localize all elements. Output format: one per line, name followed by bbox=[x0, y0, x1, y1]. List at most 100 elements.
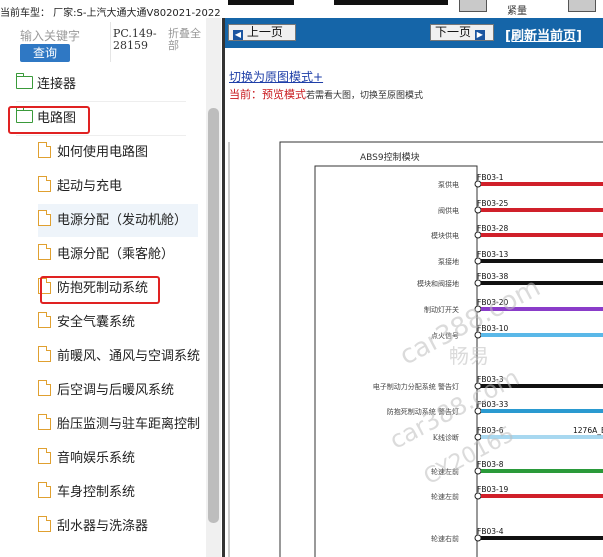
tree-item-label: 胎压监测与驻车距离控制 bbox=[57, 417, 201, 432]
folder-icon bbox=[16, 73, 33, 89]
tree-item-label: 起动与充电 bbox=[57, 179, 123, 194]
pin-label: K线诊断 bbox=[433, 433, 459, 442]
tree-item-label: 如何使用电路图 bbox=[57, 145, 149, 160]
search-input[interactable] bbox=[16, 26, 114, 46]
pin-connector bbox=[474, 206, 482, 214]
tree-item[interactable]: 前暖风、通风与空调系统 bbox=[38, 340, 201, 373]
pin-connector bbox=[474, 231, 482, 239]
tree-item[interactable]: 胎压监测与驻车距离控制 bbox=[38, 408, 201, 441]
tree-item-label: 刮水器与洗涤器 bbox=[57, 519, 149, 534]
collapse-all-button[interactable]: 折叠全部 bbox=[168, 28, 210, 52]
wire-code: FB03-20 bbox=[477, 298, 508, 307]
pin-label: 轮速左前 bbox=[431, 467, 459, 476]
pin-connector bbox=[474, 180, 482, 188]
document-icon bbox=[38, 244, 51, 260]
pin-label: 轮速右前 bbox=[431, 534, 459, 543]
refresh-page-link[interactable]: [刷新当前页] bbox=[505, 25, 582, 44]
wire-code: FB03-10 bbox=[477, 324, 508, 333]
left-panel: 查询 PC.149-28159 折叠全部 连接器电路图如何使用电路图起动与充电电… bbox=[0, 18, 222, 557]
arrow-left-icon: ◀ bbox=[233, 30, 243, 40]
pin-label: 泵接地 bbox=[438, 257, 459, 266]
tree-item[interactable]: 刮水器与洗涤器 bbox=[38, 510, 198, 543]
document-icon bbox=[38, 448, 51, 464]
prev-page-button[interactable]: ◀ 上一页 bbox=[228, 24, 296, 41]
tree-item[interactable]: 后空调与后暖风系统 bbox=[38, 374, 198, 407]
highlight-box bbox=[8, 106, 90, 134]
wire-code: FB03-1 bbox=[477, 173, 504, 182]
pin-connector bbox=[474, 331, 482, 339]
document-icon bbox=[38, 142, 51, 158]
next-page-button[interactable]: 下一页 ▶ bbox=[430, 24, 494, 41]
wire-code: 1276A_E bbox=[573, 426, 603, 435]
document-icon bbox=[38, 176, 51, 192]
tree-item-label: 电源分配（发动机舱） bbox=[57, 213, 188, 228]
document-icon bbox=[38, 380, 51, 396]
search-area: 查询 PC.149-28159 折叠全部 bbox=[0, 18, 222, 68]
part-number: PC.149-28159 bbox=[113, 27, 157, 52]
wire-code: FB03-13 bbox=[477, 250, 508, 259]
pin-connector bbox=[474, 433, 482, 441]
pin-connector bbox=[474, 257, 482, 265]
highlight-box bbox=[40, 276, 160, 304]
wire-code: FB03-19 bbox=[477, 485, 508, 494]
wire-code: FB03-28 bbox=[477, 224, 508, 233]
tree-item[interactable]: 电源分配（发动机舱） bbox=[38, 204, 198, 237]
wiring-diagram: ABS9控制模块 FB03-1 泵供电 FB03-25 阀供电 FB03-28 模块供电 FB… bbox=[225, 108, 603, 557]
mode-hint: 若需看大图，切换至原图模式 bbox=[306, 91, 424, 101]
pin-label: 模块供电 bbox=[431, 231, 459, 240]
divider bbox=[110, 22, 111, 62]
mode-current: 预览模式 bbox=[262, 88, 306, 101]
wire-code: FB03-8 bbox=[477, 460, 504, 469]
wire-code: FB03-6 bbox=[477, 426, 504, 435]
switch-mode-link[interactable]: 切换为原图模式+ bbox=[229, 68, 323, 85]
pin-connector bbox=[474, 492, 482, 500]
tree-item-label: 后空调与后暖风系统 bbox=[57, 383, 175, 398]
pin-label: 阀供电 bbox=[438, 206, 459, 215]
wire-code: FB03-33 bbox=[477, 400, 508, 409]
mode-status: 当前：预览模式若需看大图，切换至原图模式 bbox=[229, 86, 423, 102]
module-title: ABS9控制模块 bbox=[360, 151, 420, 163]
pin-label: 轮速左前 bbox=[431, 492, 459, 501]
wiring-diagram-svg: ABS9控制模块 FB03-1 泵供电 FB03-25 阀供电 FB03-28 模块供电 FB… bbox=[228, 141, 603, 557]
document-icon bbox=[38, 210, 51, 226]
document-icon bbox=[38, 346, 51, 362]
pin-label: 防抱死制动系统 警告灯 bbox=[387, 407, 459, 416]
pin-label: 电子制动力分配系统 警告灯 bbox=[373, 382, 459, 391]
wire-code: FB03-25 bbox=[477, 199, 508, 208]
tree-item-label: 电源分配（乘客舱） bbox=[57, 247, 175, 262]
scrollbar-thumb[interactable] bbox=[208, 108, 219, 523]
pin-connector bbox=[474, 467, 482, 475]
pin-connector bbox=[474, 305, 482, 313]
top-bar: 当前车型： 厂家:S-上汽大通大通V802021-2022 紧量 bbox=[0, 0, 603, 18]
pin-connector bbox=[474, 279, 482, 287]
toolbar-button[interactable] bbox=[568, 0, 596, 12]
tree-item[interactable]: 电源分配（乘客舱） bbox=[38, 238, 198, 271]
document-icon bbox=[38, 516, 51, 532]
wire-code: FB03-4 bbox=[477, 527, 504, 536]
vehicle-info: 当前车型： 厂家:S-上汽大通大通V802021-2022 bbox=[0, 8, 221, 18]
toolbar-button-label: 紧量 bbox=[507, 6, 527, 17]
tree-item[interactable]: 安全气囊系统 bbox=[38, 306, 198, 339]
document-icon bbox=[38, 482, 51, 498]
tree-item[interactable]: 如何使用电路图 bbox=[38, 136, 198, 169]
tree-item[interactable]: 音响娱乐系统 bbox=[38, 442, 198, 475]
pin-label: 模块和阀接地 bbox=[417, 279, 459, 288]
pin-connector bbox=[474, 534, 482, 542]
tree-item[interactable]: 起动与充电 bbox=[38, 170, 198, 203]
wire-code: FB03-38 bbox=[477, 272, 508, 281]
tree-item-label: 前暖风、通风与空调系统 bbox=[57, 349, 201, 364]
tree-item[interactable]: 连接器 bbox=[16, 68, 186, 101]
prev-page-label: 上一页 bbox=[246, 25, 283, 39]
pin-connector bbox=[474, 407, 482, 415]
tree-item-label: 安全气囊系统 bbox=[57, 315, 136, 330]
next-page-label: 下一页 bbox=[435, 25, 472, 39]
pin-label: 点火信号 bbox=[431, 331, 459, 340]
toolbar-bar bbox=[334, 0, 448, 5]
tree-item[interactable]: 车身控制系统 bbox=[38, 476, 198, 509]
search-button[interactable]: 查询 bbox=[20, 44, 70, 62]
mode-prefix: 当前： bbox=[229, 88, 262, 101]
content-panel: ◀ 上一页 下一页 ▶ [刷新当前页] 切换为原图模式+ 当前：预览模式若需看大… bbox=[222, 18, 603, 557]
toolbar-button[interactable] bbox=[459, 0, 487, 12]
arrow-right-icon: ▶ bbox=[474, 30, 485, 40]
tree-item-label: 连接器 bbox=[37, 77, 77, 92]
